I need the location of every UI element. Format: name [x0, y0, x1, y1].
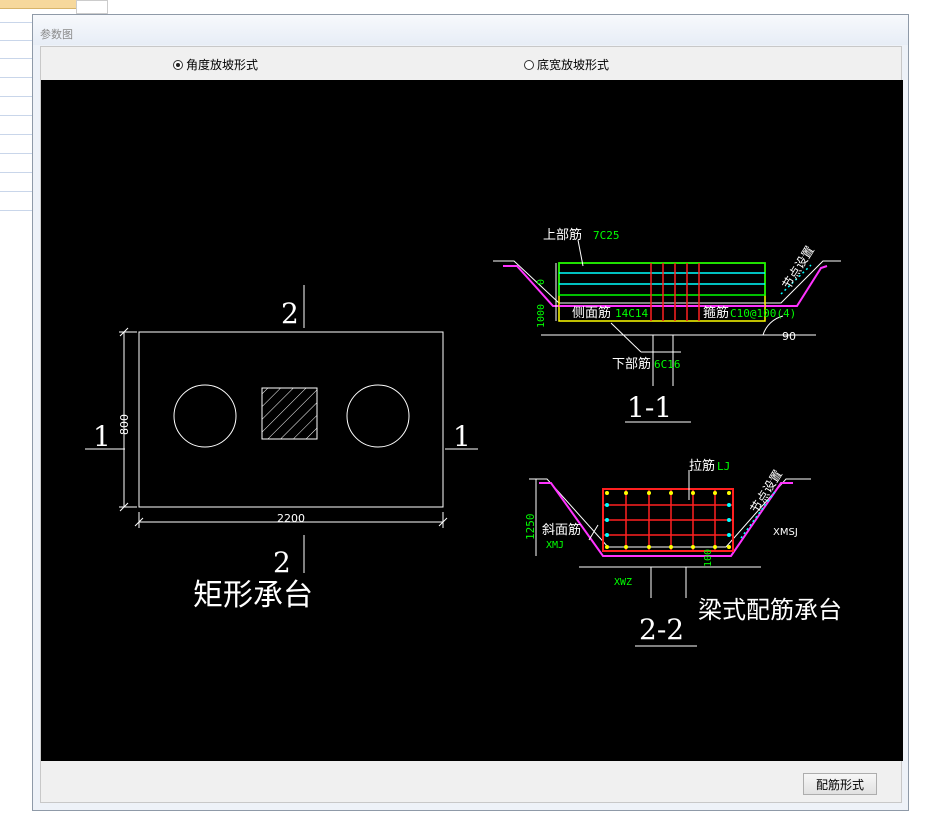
background-row-line — [0, 77, 32, 78]
slant-value: XMJ — [546, 540, 564, 551]
right-drawing-title: 梁式配筋承台 — [698, 596, 842, 624]
window-title: 参数图 — [40, 28, 73, 41]
top-rebar-box — [558, 262, 766, 296]
background-spreadsheet — [0, 0, 108, 826]
rebar-form-button[interactable]: 配筋形式 — [803, 773, 877, 795]
section-1-1-label: 1-1 — [627, 391, 672, 424]
radio-width-slope-label: 底宽放坡形式 — [537, 58, 610, 72]
background-row-line — [0, 115, 32, 116]
dim-height-label: 1250 — [524, 514, 537, 541]
background-row-line — [0, 210, 32, 211]
bottom-rebar-value: 6C16 — [654, 358, 681, 371]
side-rebar-value: 14C14 — [615, 307, 648, 320]
leader-line — [610, 322, 642, 353]
bottom-rebar-label: 下部筋 — [612, 356, 651, 372]
background-row-line — [0, 40, 32, 41]
background-row-line — [0, 58, 32, 59]
top-rebar-label: 上部筋 — [543, 227, 582, 243]
section-1-1: 0 1000 上部筋 7C25 侧面筋 14C14 箍筋 C10@100(4) … — [493, 227, 841, 424]
radio-angle-slope[interactable]: 角度放坡形式 — [173, 56, 258, 73]
background-header-cell — [0, 0, 76, 9]
title-bar[interactable]: 参数图 — [33, 15, 908, 45]
tie-label: 拉筋 — [689, 458, 715, 474]
dim-small-label: 100 — [703, 549, 714, 567]
dim-left-bottom: 1000 — [536, 304, 547, 328]
slant-label: 斜面筋 — [542, 522, 581, 538]
leader-line — [577, 239, 584, 267]
dim-width-label: 2200 — [277, 512, 305, 525]
background-row-line — [0, 96, 32, 97]
xwz-label: XWZ — [614, 577, 632, 588]
background-row-line — [0, 191, 32, 192]
radio-checked-icon[interactable] — [173, 59, 183, 70]
section-mark-right: 1 — [453, 420, 471, 453]
top-rebar-value: 7C25 — [593, 229, 620, 242]
background-row-line — [0, 134, 32, 135]
slope-rebar-magenta — [503, 265, 828, 307]
section-2-2-label: 2-2 — [639, 613, 684, 646]
pile-circle-left — [173, 384, 237, 448]
stirrup-value: C10@100(4) — [730, 307, 796, 320]
angle-label: 90 — [782, 330, 796, 343]
pile-circle-right — [346, 384, 410, 448]
radio-unchecked-icon[interactable] — [524, 59, 534, 70]
background-row-line — [0, 172, 32, 173]
dialog-button-bar: 配筋形式 — [41, 761, 901, 802]
drawing-canvas: 2 2 1 1 2200 800 矩形承台 0 1000 上部筋 7C25 侧面… — [41, 80, 903, 761]
xmsj-label: XMSJ — [773, 527, 798, 538]
side-rebar-label: 侧面筋 — [572, 305, 611, 321]
slope-option-bar: 角度放坡形式 底宽放坡形式 — [41, 47, 901, 80]
radio-angle-slope-label: 角度放坡形式 — [186, 58, 259, 72]
section-mark-top: 2 — [281, 297, 299, 330]
pile-cap-plan: 2 2 1 1 2200 800 矩形承台 — [85, 285, 478, 613]
parameter-dialog: 参数图 角度放坡形式 底宽放坡形式 2 2 1 1 2200 800 矩形承台 … — [32, 14, 909, 811]
node-setting-label: 节点设置 — [748, 467, 785, 515]
column-hatch — [261, 387, 318, 440]
background-row-line — [0, 22, 32, 23]
radio-width-slope[interactable]: 底宽放坡形式 — [524, 56, 609, 73]
dim-height-label: 800 — [118, 414, 131, 435]
cad-drawing: 2 2 1 1 2200 800 矩形承台 0 1000 上部筋 7C25 侧面… — [85, 227, 842, 647]
left-drawing-title: 矩形承台 — [193, 578, 313, 613]
dialog-client: 角度放坡形式 底宽放坡形式 2 2 1 1 2200 800 矩形承台 0 10… — [40, 46, 903, 803]
section-mark-bottom: 2 — [273, 546, 291, 579]
background-row-line — [0, 153, 32, 154]
background-header-cell — [76, 0, 108, 14]
stirrup-label: 箍筋 — [703, 305, 729, 321]
section-2-2: 拉筋 LJ 斜面筋 XMJ XMSJ XWZ 1250 100 节点设置 2-2… — [524, 458, 842, 647]
tie-value: LJ — [717, 460, 730, 473]
section-mark-left: 1 — [93, 420, 111, 453]
dim-left-top: 0 — [536, 279, 547, 285]
